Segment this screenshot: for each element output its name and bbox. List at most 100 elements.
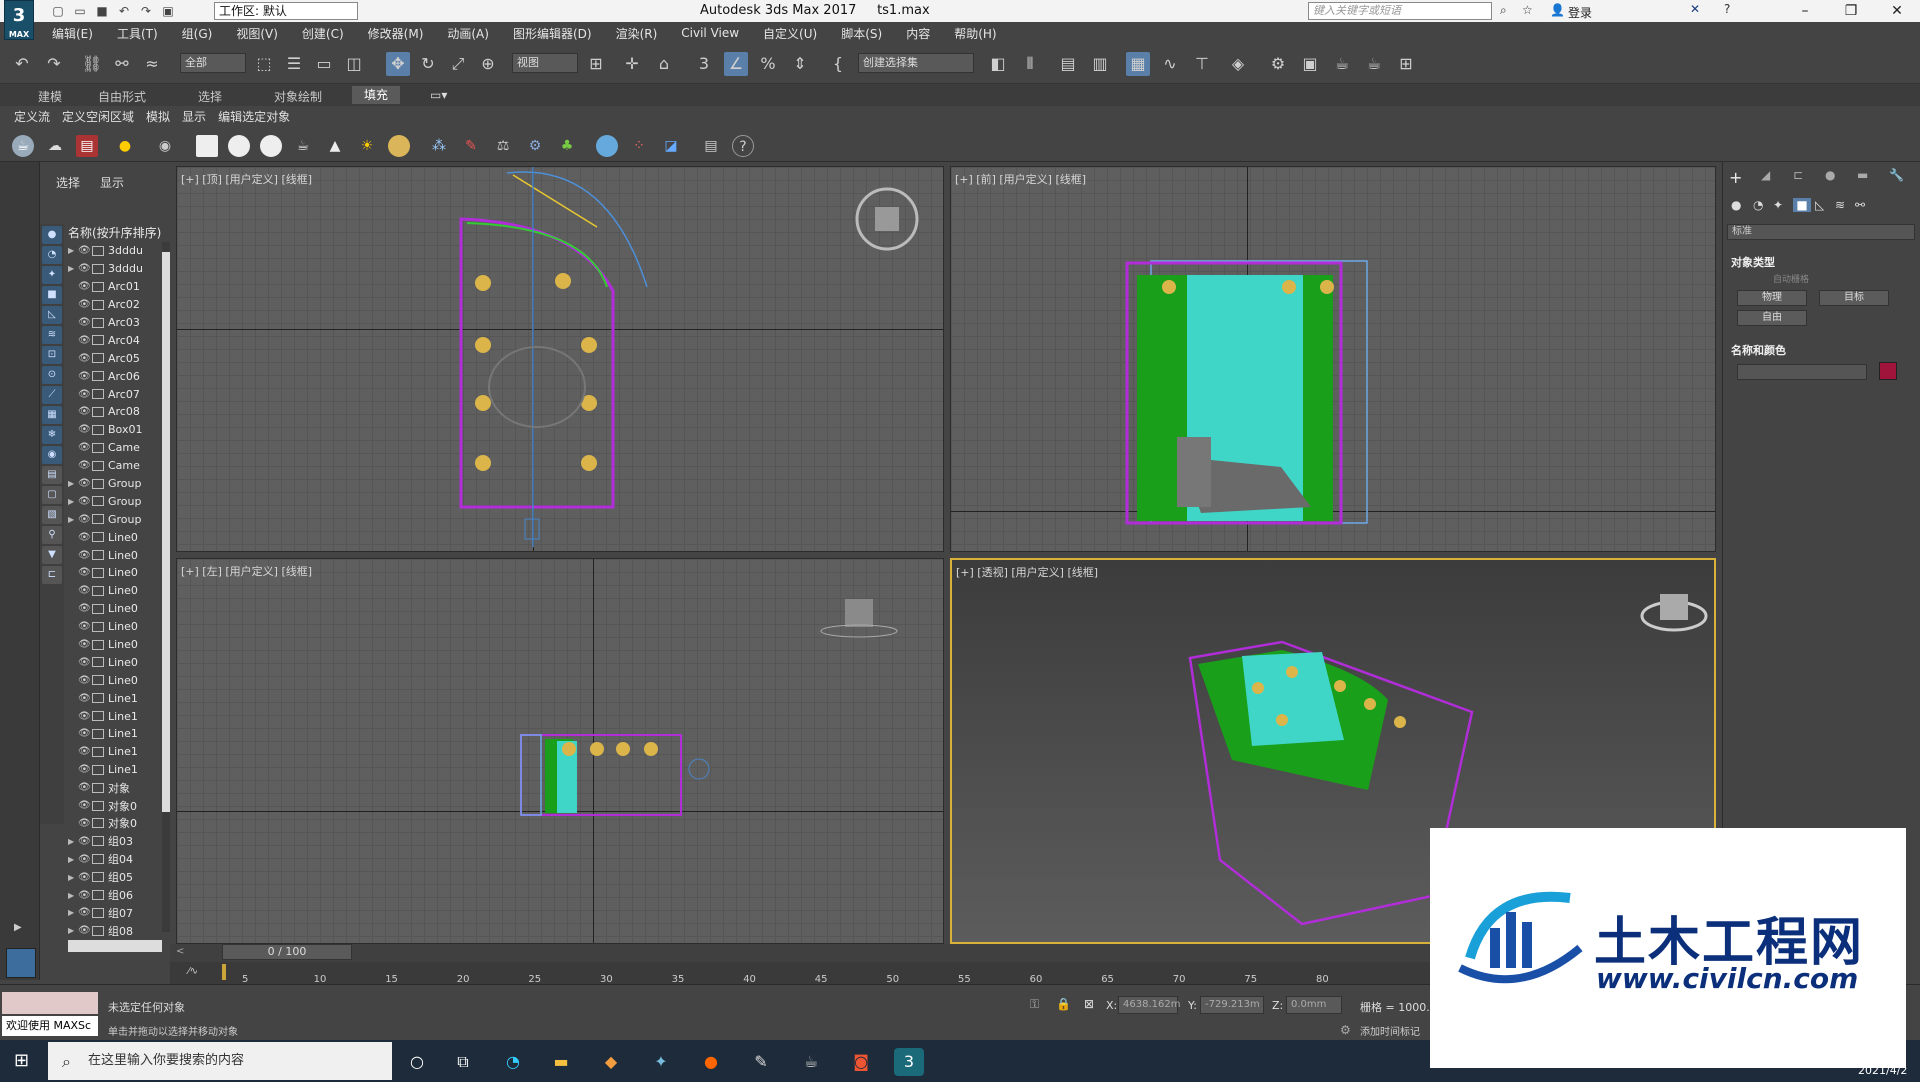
spacewarps-icon[interactable]: ≋ [1835, 198, 1845, 212]
visibility-eye-icon[interactable]: 👁 [78, 389, 92, 400]
invert-filter-icon[interactable]: ▧ [42, 506, 62, 524]
undo-icon[interactable]: ↶ [116, 3, 132, 19]
app-bird-icon[interactable]: ✦ [646, 1048, 676, 1076]
maxscript-listener[interactable] [2, 992, 98, 1014]
edge-icon[interactable]: ◔ [498, 1048, 528, 1076]
app-red-icon[interactable]: ◙ [846, 1048, 876, 1076]
save-icon[interactable]: ■ [94, 3, 110, 19]
explorer-item[interactable]: 👁 Came [68, 457, 162, 475]
explorer-item[interactable]: 👁 Arc05 [68, 349, 162, 367]
menu-group[interactable]: 组(G) [170, 25, 225, 42]
visibility-eye-icon[interactable]: 👁 [78, 854, 92, 865]
expand-icon[interactable]: ▶ [68, 873, 78, 882]
spacewarps-filter-icon[interactable]: ≋ [42, 326, 62, 344]
explorer-item[interactable]: 👁 Line0 [68, 653, 162, 671]
tab-selection[interactable]: 选择 [198, 88, 222, 105]
visibility-eye-icon[interactable]: 👁 [78, 603, 92, 614]
hierarchy-tab-icon[interactable]: ⊏ [1793, 168, 1803, 182]
all-filter-icon[interactable]: ▤ [42, 466, 62, 484]
lock-icon[interactable]: 🔒 [1056, 997, 1071, 1011]
explorer-item[interactable]: 👁 Line1 [68, 761, 162, 779]
visibility-eye-icon[interactable]: 👁 [78, 746, 92, 757]
tab-populate[interactable]: 填充 [352, 86, 401, 104]
visibility-eye-icon[interactable]: 👁 [78, 782, 92, 793]
sky-icon[interactable] [388, 135, 410, 157]
visibility-eye-icon[interactable]: 👁 [78, 281, 92, 292]
explorer-item[interactable]: 👁 Line0 [68, 528, 162, 546]
modify-tab-icon[interactable]: ◢ [1761, 168, 1770, 182]
rendered-frame-icon[interactable]: ▣ [1298, 52, 1322, 76]
visibility-eye-icon[interactable]: 👁 [78, 925, 92, 936]
display-tab-icon[interactable]: ▬ [1857, 168, 1868, 182]
visibility-eye-icon[interactable]: 👁 [78, 514, 92, 525]
visibility-eye-icon[interactable]: 👁 [78, 890, 92, 901]
simulate-button[interactable]: 模拟 [140, 108, 176, 125]
workspace-select[interactable]: 工作区: 默认 [214, 2, 358, 20]
app-logo[interactable]: 3 MAX [4, 0, 34, 40]
explorer-item[interactable]: ▶ 👁 Group [68, 492, 162, 510]
systems-icon[interactable]: ⚯ [1855, 198, 1865, 212]
menu-create[interactable]: 创建(C) [290, 25, 356, 42]
helpers-icon[interactable]: ◺ [1815, 198, 1824, 212]
find-icon[interactable]: ⚲ [42, 526, 62, 544]
mirror-icon[interactable]: ◧ [986, 52, 1010, 76]
helpers-filter-icon[interactable]: ◺ [42, 306, 62, 324]
minimize-icon[interactable]: – [1782, 0, 1828, 22]
isolate-icon[interactable]: ⚿ [1030, 997, 1039, 1012]
cone-icon[interactable]: ▲ [324, 135, 346, 157]
visibility-eye-icon[interactable]: 👁 [78, 424, 92, 435]
particles-icon[interactable]: ⁂ [428, 135, 450, 157]
visibility-eye-icon[interactable]: 👁 [78, 460, 92, 471]
rect-selection-icon[interactable]: ▭ [312, 52, 336, 76]
menu-tools[interactable]: 工具(T) [105, 25, 170, 42]
render-production-icon[interactable]: ☕ [1330, 52, 1354, 76]
object-color-swatch[interactable] [1879, 362, 1897, 380]
sphere-icon[interactable] [260, 135, 282, 157]
percent-snap-icon[interactable]: % [756, 52, 780, 76]
plane-icon[interactable] [196, 135, 218, 157]
explorer-item[interactable]: 👁 Arc03 [68, 314, 162, 332]
explorer-tab-select[interactable]: 选择 [56, 174, 80, 191]
groups-filter-icon[interactable]: ⊡ [42, 346, 62, 364]
windows-start-icon[interactable]: ⊞ [14, 1050, 29, 1071]
bind-space-warp-icon[interactable]: ≈ [140, 52, 164, 76]
explorer-scrollbar[interactable] [162, 242, 170, 932]
explorer-item[interactable]: 👁 Arc06 [68, 367, 162, 385]
visibility-eye-icon[interactable]: 👁 [78, 907, 92, 918]
menu-modifiers[interactable]: 修改器(M) [356, 25, 436, 42]
explorer-item[interactable]: 👁 Line0 [68, 564, 162, 582]
tab-object-paint[interactable]: 对象绘制 [274, 88, 322, 105]
xrefs-filter-icon[interactable]: ⊙ [42, 366, 62, 384]
geometry-filter-icon[interactable]: ● [42, 226, 62, 244]
visibility-eye-icon[interactable]: 👁 [78, 263, 92, 274]
camera-icon[interactable]: ◉ [154, 135, 176, 157]
close-icon[interactable]: ✕ [1874, 0, 1920, 22]
explorer-item[interactable]: 👁 Arc02 [68, 296, 162, 314]
snaps-toggle-icon[interactable]: 3 [692, 52, 716, 76]
undo-icon[interactable]: ↶ [10, 52, 34, 76]
material-editor-icon[interactable]: ◈ [1226, 52, 1250, 76]
help-icon[interactable]: ? [1724, 2, 1730, 16]
motion-tab-icon[interactable]: ● [1825, 168, 1835, 182]
filter-icon[interactable]: ▼ [42, 546, 62, 564]
file-explorer-icon[interactable]: ▬ [546, 1048, 576, 1076]
explorer-item[interactable]: 👁 Line1 [68, 689, 162, 707]
utilities-tab-icon[interactable]: 🔧 [1889, 168, 1904, 182]
explorer-item[interactable]: 👁 Line0 [68, 582, 162, 600]
menu-views[interactable]: 视图(V) [224, 25, 290, 42]
menu-customize[interactable]: 自定义(U) [751, 25, 829, 42]
curve-editor-mini-icon[interactable]: ⁄∿ [188, 966, 198, 977]
viewport-layout-icon[interactable] [6, 948, 36, 978]
expand-icon[interactable]: ▶ [68, 515, 78, 524]
taskbar-search[interactable]: 在这里输入你要搜索的内容 [48, 1042, 392, 1080]
firefox-icon[interactable]: ● [696, 1048, 726, 1076]
visibility-eye-icon[interactable]: 👁 [78, 478, 92, 489]
toggle-ribbon-icon[interactable]: ▥ [1088, 52, 1112, 76]
manipulate-icon[interactable]: ✛ [620, 52, 644, 76]
explorer-item[interactable]: ▶ 👁 3dddu [68, 260, 162, 278]
visibility-eye-icon[interactable]: 👁 [78, 371, 92, 382]
binoculars-icon[interactable]: ⌕ [1500, 3, 1507, 18]
explorer-item[interactable]: ▶ 👁 组08 [68, 922, 162, 940]
visibility-eye-icon[interactable]: 👁 [78, 818, 92, 829]
explorer-item[interactable]: ▶ 👁 组05 [68, 868, 162, 886]
